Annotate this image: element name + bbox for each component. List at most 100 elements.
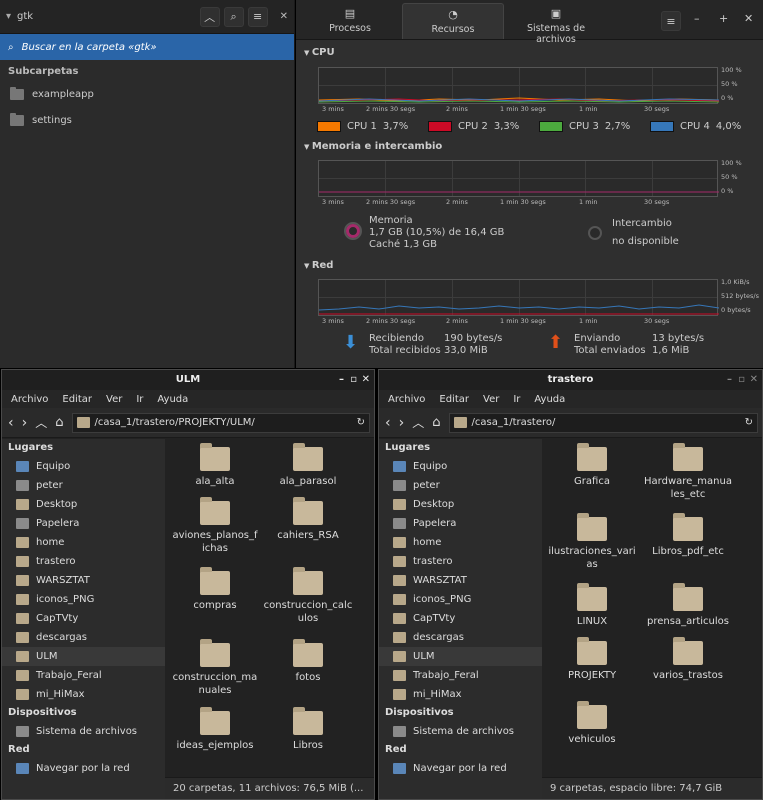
reload-icon[interactable]: ↻ bbox=[745, 417, 753, 428]
receive-arrow-icon[interactable]: ⬇ bbox=[343, 332, 358, 353]
sidebar-item[interactable]: peter bbox=[2, 476, 165, 495]
menu-item-ayuda[interactable]: Ayuda bbox=[157, 394, 188, 405]
menu-item-ayuda[interactable]: Ayuda bbox=[534, 394, 565, 405]
menu-item-editar[interactable]: Editar bbox=[439, 394, 469, 405]
sidebar-item[interactable]: Sistema de archivos bbox=[2, 722, 165, 741]
home-icon[interactable]: ⌂ bbox=[55, 415, 63, 430]
folder-item[interactable]: construccion_ma nuales bbox=[169, 639, 261, 697]
menu-item-ver[interactable]: Ver bbox=[106, 394, 122, 405]
menu-item-ver[interactable]: Ver bbox=[483, 394, 499, 405]
sidebar-item[interactable]: Equipo bbox=[379, 457, 542, 476]
sidebar-item[interactable]: Navegar por la red bbox=[379, 759, 542, 778]
folder-item[interactable]: prensa_articulos bbox=[642, 583, 734, 628]
sidebar-item[interactable]: iconos_PNG bbox=[2, 590, 165, 609]
sidebar-item[interactable]: CapTVty bbox=[2, 609, 165, 628]
folder-item[interactable]: ala_alta bbox=[169, 443, 261, 488]
home-icon[interactable]: ⌂ bbox=[432, 415, 440, 430]
folder-item[interactable]: compras bbox=[169, 567, 261, 612]
sidebar-item[interactable]: Trabajo_Feral bbox=[379, 666, 542, 685]
close-icon[interactable]: ✕ bbox=[362, 370, 370, 390]
sidebar-item[interactable]: Navegar por la red bbox=[2, 759, 165, 778]
memory-pie-icon[interactable] bbox=[344, 222, 362, 240]
forward-arrow-icon[interactable]: › bbox=[399, 415, 405, 431]
back-arrow-icon[interactable]: ‹ bbox=[8, 415, 14, 431]
sidebar-item[interactable]: Desktop bbox=[2, 495, 165, 514]
minimize-icon[interactable]: – bbox=[727, 370, 732, 390]
folder-item[interactable]: Libros bbox=[262, 707, 354, 752]
menu-item-editar[interactable]: Editar bbox=[62, 394, 92, 405]
forward-arrow-icon[interactable]: › bbox=[22, 415, 28, 431]
sidebar-item[interactable]: CapTVty bbox=[379, 609, 542, 628]
folder-item[interactable]: construccion_calc ulos bbox=[262, 567, 354, 625]
minimize-icon[interactable]: – bbox=[339, 370, 344, 390]
search-in-folder-item[interactable]: ⌕ Buscar en la carpeta «gtk» bbox=[0, 34, 294, 60]
close-icon[interactable]: ✕ bbox=[744, 12, 753, 25]
sidebar-item[interactable]: WARSZTAT bbox=[379, 571, 542, 590]
folder-item[interactable]: Grafica bbox=[546, 443, 638, 488]
maximize-icon[interactable]: ▫ bbox=[738, 370, 745, 390]
sidebar-item[interactable]: descargas bbox=[379, 628, 542, 647]
sidebar-item[interactable]: Sistema de archivos bbox=[379, 722, 542, 741]
folder-item[interactable]: vehiculos bbox=[546, 701, 638, 746]
sidebar-item[interactable]: WARSZTAT bbox=[2, 571, 165, 590]
sidebar-item[interactable]: trastero bbox=[2, 552, 165, 571]
cpu4-color-swatch[interactable] bbox=[650, 121, 674, 132]
folder-item[interactable]: ideas_ejemplos bbox=[169, 707, 261, 752]
reload-icon[interactable]: ↻ bbox=[357, 417, 365, 428]
up-arrow-icon[interactable]: ︿ bbox=[412, 414, 424, 431]
subfolder-item[interactable]: settings bbox=[0, 107, 294, 133]
menu-chevron-icon[interactable]: ▾ bbox=[6, 11, 11, 22]
folder-item[interactable]: PROJEKTY bbox=[546, 637, 638, 682]
maximize-icon[interactable]: ▫ bbox=[350, 370, 357, 390]
minimize-icon[interactable]: – bbox=[694, 12, 700, 25]
cpu3-color-swatch[interactable] bbox=[539, 121, 563, 132]
sidebar-item[interactable]: ULM bbox=[2, 647, 165, 666]
folder-item[interactable]: varios_trastos bbox=[642, 637, 734, 682]
menu-item-ir[interactable]: Ir bbox=[136, 394, 143, 405]
folder-item[interactable]: Libros_pdf_etc bbox=[642, 513, 734, 558]
sidebar-item[interactable]: Trabajo_Feral bbox=[2, 666, 165, 685]
swap-pie-icon[interactable] bbox=[588, 226, 602, 240]
sidebar-item[interactable]: mi_HiMax bbox=[379, 685, 542, 704]
sidebar-item[interactable]: peter bbox=[379, 476, 542, 495]
sidebar-item[interactable]: Desktop bbox=[379, 495, 542, 514]
sidebar-item[interactable]: Papelera bbox=[2, 514, 165, 533]
sidebar-item[interactable]: trastero bbox=[379, 552, 542, 571]
close-icon[interactable]: ✕ bbox=[750, 370, 758, 390]
folder-item[interactable]: Hardware_manua les_etc bbox=[642, 443, 734, 501]
sidebar-item[interactable]: home bbox=[379, 533, 542, 552]
close-icon[interactable]: ✕ bbox=[280, 11, 288, 22]
search-button[interactable]: ⌕ bbox=[223, 6, 244, 27]
subfolder-item[interactable]: exampleapp bbox=[0, 81, 294, 107]
folder-item[interactable]: cahiers_RSA bbox=[262, 497, 354, 542]
sidebar-item[interactable]: Equipo bbox=[2, 457, 165, 476]
path-field[interactable]: /casa_1/trastero/PROJEKTY/ULM/ ↻ bbox=[71, 412, 370, 433]
sidebar-item[interactable]: iconos_PNG bbox=[379, 590, 542, 609]
menu-item-archivo[interactable]: Archivo bbox=[388, 394, 425, 405]
window-titlebar[interactable]: ULM – ▫ ✕ bbox=[2, 370, 374, 390]
up-button[interactable]: ︿ bbox=[199, 6, 220, 27]
folder-item[interactable]: LINUX bbox=[546, 583, 638, 628]
sidebar-item[interactable]: ULM bbox=[379, 647, 542, 666]
tab-resources[interactable]: ◔ Recursos bbox=[402, 3, 504, 39]
hamburger-menu-button[interactable]: ≡ bbox=[661, 11, 681, 31]
sidebar-item[interactable]: descargas bbox=[2, 628, 165, 647]
folder-item[interactable]: ilustraciones_vari as bbox=[546, 513, 638, 571]
up-arrow-icon[interactable]: ︿ bbox=[35, 414, 47, 431]
path-field[interactable]: /casa_1/trastero/ ↻ bbox=[448, 412, 758, 433]
sidebar-item[interactable]: mi_HiMax bbox=[2, 685, 165, 704]
menu-item-ir[interactable]: Ir bbox=[513, 394, 520, 405]
cpu1-color-swatch[interactable] bbox=[317, 121, 341, 132]
sidebar-item[interactable]: Papelera bbox=[379, 514, 542, 533]
send-arrow-icon[interactable]: ⬆ bbox=[548, 332, 563, 353]
folder-item[interactable]: fotos bbox=[262, 639, 354, 684]
maximize-icon[interactable]: + bbox=[719, 12, 728, 25]
folder-item[interactable]: aviones_planos_f ichas bbox=[169, 497, 261, 555]
tab-processes[interactable]: ▤ Procesos bbox=[300, 3, 400, 39]
sidebar-item[interactable]: home bbox=[2, 533, 165, 552]
tab-filesystems[interactable]: ▣ Sistemas de archivos bbox=[506, 3, 606, 45]
cpu2-color-swatch[interactable] bbox=[428, 121, 452, 132]
menu-button[interactable]: ≡ bbox=[247, 6, 268, 27]
back-arrow-icon[interactable]: ‹ bbox=[385, 415, 391, 431]
window-titlebar[interactable]: trastero – ▫ ✕ bbox=[379, 370, 762, 390]
